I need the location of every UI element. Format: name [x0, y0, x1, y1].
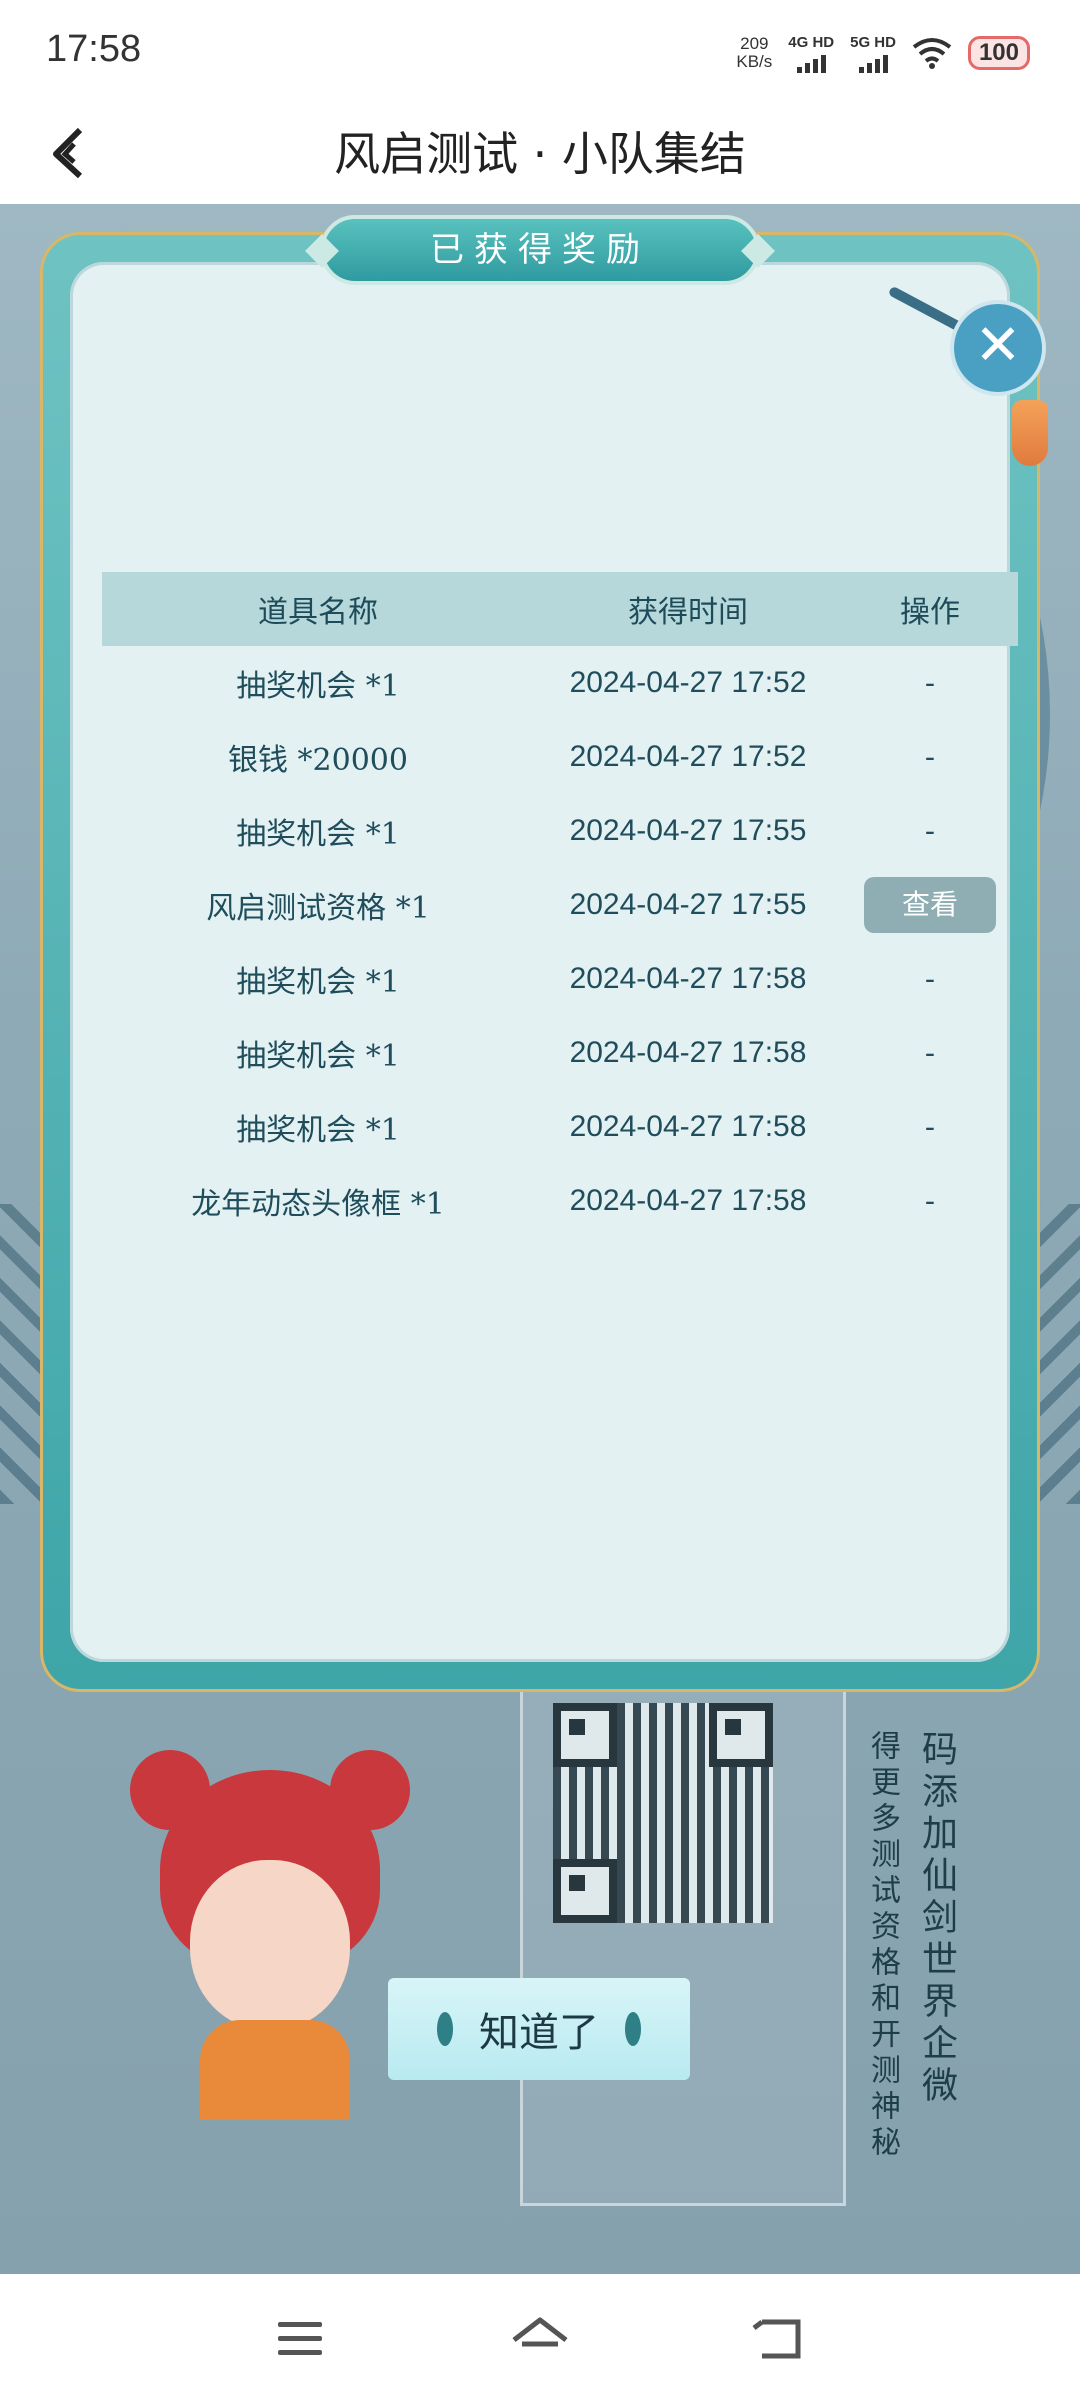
table-row: 银钱 *20000 2024-04-27 17:52 - — [102, 720, 1018, 794]
reward-time: 2024-04-27 17:52 — [569, 666, 807, 699]
column-header-action: 操作 — [900, 595, 960, 630]
system-nav-bar — [0, 2274, 1080, 2400]
rewards-table: 道具名称 获得时间 操作 抽奖机会 *1 2024-04-27 17:52 - … — [102, 572, 1018, 1238]
reward-action: - — [924, 1183, 936, 1219]
reward-item-name: 抽奖机会 *1 — [236, 1113, 400, 1148]
table-row: 抽奖机会 *1 2024-04-27 17:55 - — [102, 794, 1018, 868]
column-header-item: 道具名称 — [258, 595, 378, 630]
home-icon[interactable] — [510, 2314, 570, 2364]
table-row: 风启测试资格 *1 2024-04-27 17:55 查看 — [102, 868, 1018, 942]
leaf-left-icon — [437, 2012, 453, 2046]
tassel-ornament — [1012, 400, 1048, 466]
table-row: 抽奖机会 *1 2024-04-27 17:58 - — [102, 1016, 1018, 1090]
app-header: 风启测试 · 小队集结 — [0, 100, 1080, 204]
confirm-button-label: 知道了 — [479, 2010, 599, 2056]
leaf-right-icon — [625, 2012, 641, 2046]
dialog-title: 已获得奖励 — [320, 215, 760, 285]
table-header: 道具名称 获得时间 操作 — [102, 572, 1018, 646]
network-speed: 209 KB/s — [736, 35, 772, 71]
qr-caption-2: 码添加仙剑世界企微 — [916, 1730, 957, 2108]
reward-item-name: 风启测试资格 *1 — [206, 891, 430, 926]
reward-action: - — [924, 961, 936, 997]
reward-action: - — [924, 739, 936, 775]
column-header-time: 获得时间 — [628, 595, 748, 630]
status-icons: 209 KB/s 4G HD 5G HD 100 — [736, 28, 1030, 78]
back-nav-icon[interactable] — [750, 2314, 810, 2364]
reward-item-name: 龙年动态头像框 *1 — [191, 1187, 445, 1222]
status-time: 17:58 — [46, 28, 142, 70]
reward-time: 2024-04-27 17:58 — [569, 1184, 807, 1217]
wifi-icon — [912, 38, 952, 69]
reward-action: - — [924, 1035, 936, 1071]
menu-icon[interactable] — [270, 2314, 330, 2364]
qr-caption-1: 得更多测试资格和开测神秘 — [865, 1730, 900, 2162]
reward-action: - — [924, 813, 936, 849]
qr-code-card — [520, 1680, 846, 2206]
reward-time: 2024-04-27 17:58 — [569, 962, 807, 995]
reward-time: 2024-04-27 17:55 — [569, 814, 807, 847]
table-row: 抽奖机会 *1 2024-04-27 17:58 - — [102, 942, 1018, 1016]
qr-code-image — [553, 1703, 773, 1923]
reward-time: 2024-04-27 17:55 — [569, 888, 807, 921]
reward-time: 2024-04-27 17:58 — [569, 1110, 807, 1143]
reward-item-name: 抽奖机会 *1 — [236, 1039, 400, 1074]
table-row: 抽奖机会 *1 2024-04-27 17:52 - — [102, 646, 1018, 720]
status-bar: 17:58 209 KB/s 4G HD 5G HD 100 — [0, 0, 1080, 100]
signal-5g-icon: 5G HD — [850, 34, 896, 73]
reward-action: - — [924, 1109, 936, 1145]
signal-5g-label: 5G HD — [850, 33, 896, 51]
network-speed-unit: KB/s — [736, 52, 773, 71]
table-row: 龙年动态头像框 *1 2024-04-27 17:58 - — [102, 1164, 1018, 1238]
reward-action: - — [924, 665, 936, 701]
signal-4g-label: 4G HD — [788, 33, 835, 51]
battery-indicator: 100 — [967, 36, 1030, 70]
view-button[interactable]: 查看 — [864, 877, 996, 933]
network-speed-value: 209 — [740, 34, 769, 53]
close-icon[interactable]: ✕ — [950, 300, 1046, 396]
reward-item-name: 抽奖机会 *1 — [236, 965, 400, 1000]
character-illustration — [120, 1750, 420, 2120]
reward-item-name: 抽奖机会 *1 — [236, 669, 400, 704]
reward-item-name: 抽奖机会 *1 — [236, 817, 400, 852]
reward-time: 2024-04-27 17:52 — [569, 740, 807, 773]
reward-item-name: 银钱 *20000 — [228, 743, 408, 778]
confirm-button[interactable]: 知道了 — [388, 1978, 690, 2080]
reward-time: 2024-04-27 17:58 — [569, 1036, 807, 1069]
page-title: 风启测试 · 小队集结 — [334, 127, 746, 181]
signal-4g-icon: 4G HD — [788, 34, 834, 73]
reward-action-cell: 查看 — [842, 877, 1018, 933]
table-row: 抽奖机会 *1 2024-04-27 17:58 - — [102, 1090, 1018, 1164]
